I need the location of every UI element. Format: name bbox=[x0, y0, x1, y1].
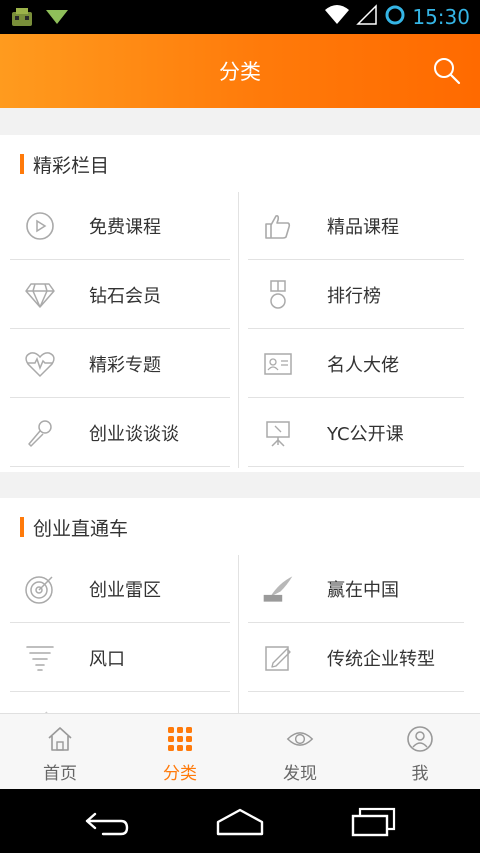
tab-label: 首页 bbox=[43, 764, 77, 784]
thumbs-up-icon bbox=[262, 210, 294, 242]
home-button[interactable] bbox=[210, 807, 270, 837]
tab-discover[interactable]: 发现 bbox=[240, 714, 360, 790]
recent-apps-button[interactable] bbox=[344, 807, 404, 837]
category-startup-pitfalls[interactable]: 创业雷区 bbox=[10, 555, 230, 623]
category-partial-item[interactable] bbox=[248, 694, 468, 713]
signal-icon bbox=[356, 4, 378, 30]
page-title: 分类 bbox=[219, 60, 261, 84]
tab-label: 分类 bbox=[163, 764, 197, 784]
category-celebrities[interactable]: 名人大佬 bbox=[248, 330, 468, 398]
category-label: 创业雷区 bbox=[89, 580, 161, 601]
section-title-text: 精彩栏目 bbox=[33, 154, 110, 177]
category-label: 创业谈谈谈 bbox=[89, 424, 179, 445]
category-label: 传统企业转型 bbox=[327, 649, 435, 670]
back-button[interactable] bbox=[77, 807, 137, 837]
tab-me[interactable]: 我 bbox=[360, 714, 480, 790]
category-label: 风口 bbox=[89, 649, 125, 670]
id-card-icon bbox=[262, 348, 294, 380]
category-featured-topics[interactable]: 精彩专题 bbox=[10, 330, 230, 398]
category-premium-courses[interactable]: 精品课程 bbox=[248, 192, 468, 260]
tornado-icon bbox=[24, 642, 56, 674]
category-ranking[interactable]: 排行榜 bbox=[248, 261, 468, 329]
clock-time: 15:30 bbox=[412, 5, 470, 29]
category-partial-item[interactable] bbox=[10, 694, 230, 713]
category-trend-outlet[interactable]: 风口 bbox=[10, 624, 230, 692]
category-traditional-transformation[interactable]: 传统企业转型 bbox=[248, 624, 468, 692]
edit-doc-icon bbox=[262, 642, 294, 674]
target-icon bbox=[24, 573, 56, 605]
section-startup: 创业直通车 创业雷区 赢在中国 风口 传统企业转型 bbox=[0, 498, 480, 713]
tab-home[interactable]: 首页 bbox=[0, 714, 120, 790]
section-featured-title: 精彩栏目 bbox=[20, 153, 110, 177]
category-label: 名人大佬 bbox=[327, 355, 399, 376]
eye-icon bbox=[286, 725, 314, 753]
category-label: 钻石会员 bbox=[89, 286, 161, 307]
category-label: 赢在中国 bbox=[327, 580, 399, 601]
category-label: YC公开课 bbox=[327, 424, 404, 445]
heartbeat-icon bbox=[24, 348, 56, 380]
partial-icon bbox=[24, 700, 56, 713]
tab-label: 发现 bbox=[283, 764, 317, 784]
app-header: 分类 bbox=[0, 34, 480, 108]
category-free-courses[interactable]: 免费课程 bbox=[10, 192, 230, 260]
partial-icon bbox=[262, 700, 294, 713]
download-notification-icon bbox=[44, 7, 70, 31]
system-navigation-bar bbox=[0, 789, 480, 853]
category-yc-open-class[interactable]: YC公开课 bbox=[248, 399, 468, 467]
user-icon bbox=[406, 725, 434, 753]
wifi-icon bbox=[324, 4, 350, 30]
search-icon[interactable] bbox=[432, 56, 462, 86]
status-bar: 15:30 bbox=[0, 0, 480, 34]
bottom-tab-bar: 首页 分类 发现 我 bbox=[0, 713, 480, 789]
category-label: 精彩专题 bbox=[89, 355, 161, 376]
category-label: 排行榜 bbox=[327, 286, 381, 307]
section-featured: 精彩栏目 免费课程 精品课程 钻石会员 排行榜 精彩专题 名人大佬 创业谈谈谈 … bbox=[0, 135, 480, 472]
category-label: 免费课程 bbox=[89, 217, 161, 238]
tab-category[interactable]: 分类 bbox=[120, 714, 240, 790]
microphone-icon bbox=[24, 417, 56, 449]
category-startup-talks[interactable]: 创业谈谈谈 bbox=[10, 399, 230, 467]
category-content: 精彩栏目 免费课程 精品课程 钻石会员 排行榜 精彩专题 名人大佬 创业谈谈谈 … bbox=[0, 108, 480, 713]
battery-ring-icon bbox=[384, 4, 406, 30]
play-circle-icon bbox=[24, 210, 56, 242]
section-startup-title: 创业直通车 bbox=[20, 516, 129, 540]
android-notification-icon bbox=[10, 6, 34, 32]
home-icon bbox=[46, 725, 74, 753]
medal-icon bbox=[262, 279, 294, 311]
category-diamond-member[interactable]: 钻石会员 bbox=[10, 261, 230, 329]
section-title-text: 创业直通车 bbox=[33, 517, 129, 540]
tab-label: 我 bbox=[411, 764, 429, 784]
category-label: 精品课程 bbox=[327, 217, 399, 238]
category-win-in-china[interactable]: 赢在中国 bbox=[248, 555, 468, 623]
win-in-china-logo-icon bbox=[262, 573, 294, 605]
diamond-icon bbox=[24, 279, 56, 311]
grid-dots-icon bbox=[166, 725, 194, 753]
presentation-board-icon bbox=[262, 417, 294, 449]
